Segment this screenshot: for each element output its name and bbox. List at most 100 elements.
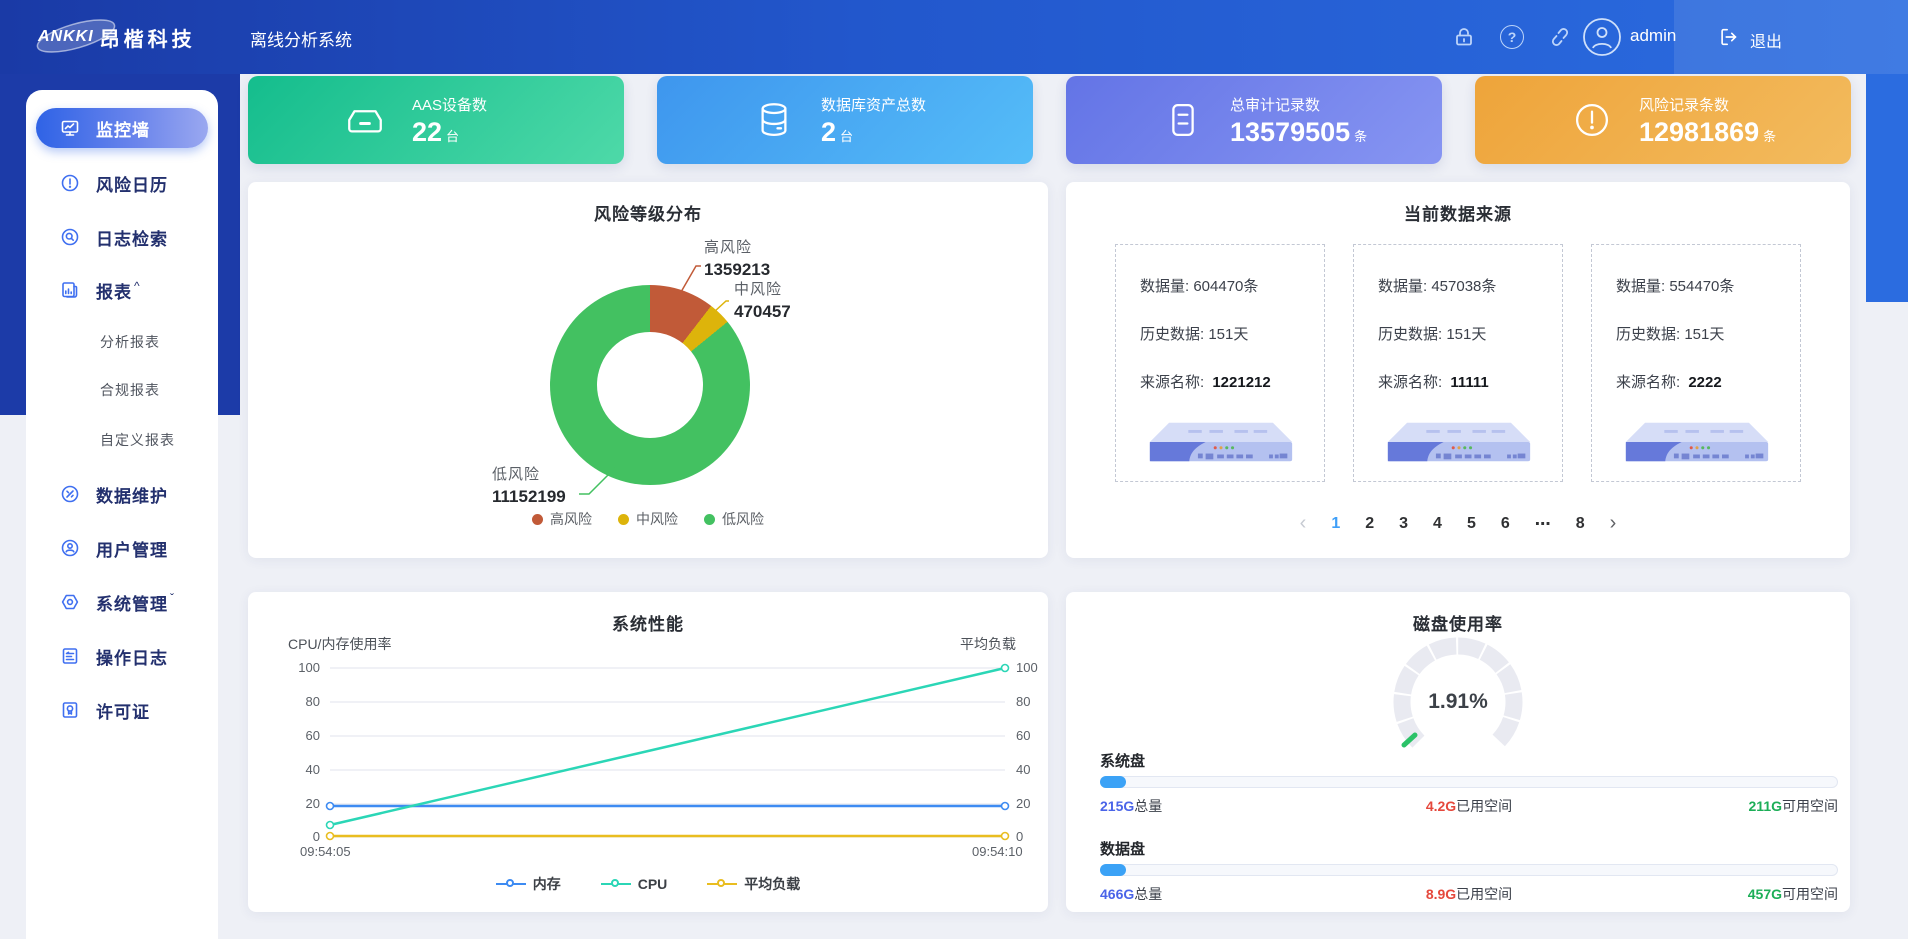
- sidebar-item-label: 系统管理: [96, 590, 168, 615]
- pagination-ellipsis[interactable]: ⋯: [1535, 514, 1551, 534]
- performance-legend: 内存 CPU 平均负载: [248, 874, 1048, 894]
- y-tick-right: 20: [1016, 796, 1058, 811]
- server-appliance-icon: [1618, 417, 1776, 467]
- pagination-page-1[interactable]: 1: [1331, 515, 1340, 533]
- source-card: 数据量: 457038条 历史数据: 151天 来源名称: 11111: [1353, 244, 1563, 482]
- lock-icon[interactable]: [1452, 25, 1476, 49]
- legend-label: 内存: [533, 874, 561, 894]
- sidebar-subitem-label: 自定义报表: [100, 430, 175, 450]
- field-label: 来源名称:: [1378, 374, 1442, 391]
- sidebar-item-reports[interactable]: 报表 ^: [26, 270, 218, 310]
- pagination-page-2[interactable]: 2: [1365, 515, 1374, 533]
- stat-title: 风险记录条数: [1639, 94, 1776, 115]
- field-label: 历史数据:: [1616, 326, 1680, 343]
- disk-progress-system: [1100, 776, 1838, 788]
- user-avatar[interactable]: [1582, 17, 1622, 57]
- legend-item-high[interactable]: 高风险: [532, 509, 592, 529]
- source-card: 数据量: 554470条 历史数据: 151天 来源名称: 2222: [1591, 244, 1801, 482]
- sidebar-item-analysis-report[interactable]: 分析报表: [26, 322, 218, 362]
- logout-button[interactable]: 退出: [1674, 0, 1908, 74]
- audit-document-icon: [1162, 99, 1204, 141]
- database-icon: [753, 99, 795, 141]
- sidebar-item-compliance-report[interactable]: 合规报表: [26, 370, 218, 410]
- stat-card-audit-records: 总审计记录数 13579505条: [1066, 76, 1442, 164]
- disk-stats-system: 215G总量 4.2G已用空间 211G可用空间: [1100, 796, 1838, 816]
- legend-item-load[interactable]: 平均负载: [707, 874, 800, 894]
- legend-item-cpu[interactable]: CPU: [601, 874, 668, 894]
- disk-name-system: 系统盘: [1100, 750, 1145, 771]
- sidebar-item-label: 报表: [96, 278, 132, 303]
- sidebar-item-label: 用户管理: [96, 536, 168, 561]
- legend-label: CPU: [638, 876, 668, 892]
- stat-unit: 台: [840, 129, 853, 144]
- pagination-page-6[interactable]: 6: [1501, 515, 1510, 533]
- monitor-icon: [60, 118, 80, 138]
- sidebar-item-label: 许可证: [96, 698, 150, 723]
- legend-label: 低风险: [722, 509, 764, 529]
- y-tick-left: 40: [278, 762, 320, 777]
- pagination-page-3[interactable]: 3: [1399, 515, 1408, 533]
- performance-line-chart: [248, 592, 1048, 912]
- callout-high-risk: 高风险 1359213: [704, 236, 770, 280]
- pagination-page-4[interactable]: 4: [1433, 515, 1442, 533]
- callout-name: 高风险: [704, 236, 770, 257]
- system-performance-panel: 系统性能 CPU/内存使用率 平均负载 100 80 60 40: [248, 592, 1048, 912]
- field-label: 数据量:: [1616, 278, 1665, 295]
- field-label: 来源名称:: [1140, 374, 1204, 391]
- gauge-value: 1.91%: [1358, 690, 1558, 714]
- link-icon[interactable]: [1548, 25, 1572, 49]
- source-card: 数据量: 604470条 历史数据: 151天 来源名称: 1221212: [1115, 244, 1325, 482]
- right-backdrop: [1866, 74, 1908, 302]
- sidebar-subitem-label: 合规报表: [100, 380, 160, 400]
- field-value: 554470条: [1669, 278, 1734, 295]
- y-tick-left: 100: [278, 660, 320, 675]
- source-name: 1221212: [1212, 374, 1270, 391]
- y-tick-left: 60: [278, 728, 320, 743]
- pagination-page-8[interactable]: 8: [1576, 515, 1585, 533]
- legend-line-glyph: [601, 879, 631, 889]
- stat-title: 数据库资产总数: [821, 94, 926, 115]
- sidebar-item-operation-log[interactable]: 操作日志: [26, 636, 218, 676]
- sidebar-item-user-management[interactable]: 用户管理: [26, 528, 218, 568]
- dashboard-page: ANKKI 昂楷科技 离线分析系统 ?: [0, 0, 1908, 939]
- legend-item-memory[interactable]: 内存: [496, 874, 561, 894]
- sidebar-item-system-management[interactable]: 系统管理 ˇ: [26, 582, 218, 622]
- field-value: 457038条: [1431, 278, 1496, 295]
- pagination-next-button[interactable]: ›: [1610, 512, 1617, 535]
- sidebar-item-log-search[interactable]: 日志检索: [26, 217, 218, 257]
- legend-label: 中风险: [636, 509, 678, 529]
- stat-value: 2: [821, 117, 836, 147]
- sidebar-item-data-maintenance[interactable]: 数据维护: [26, 474, 218, 514]
- stat-value: 22: [412, 117, 442, 147]
- legend-item-mid[interactable]: 中风险: [618, 509, 678, 529]
- disk-progress-fill: [1100, 864, 1126, 876]
- pagination: ‹ 1 2 3 4 5 6 ⋯ 8 ›: [1066, 512, 1850, 535]
- expand-caret: ^: [134, 279, 140, 293]
- disk-free: 457G: [1748, 886, 1782, 902]
- sidebar-item-monitor-wall[interactable]: 监控墙: [36, 108, 208, 148]
- callout-mid-risk: 中风险 470457: [734, 278, 791, 322]
- y-tick-right: 40: [1016, 762, 1058, 777]
- x-axis-start-label: 09:54:05: [300, 844, 351, 859]
- sidebar-item-label: 操作日志: [96, 644, 168, 669]
- disk-usage-panel: 磁盘使用率 1.91% 系统盘 215G总量 4.2G已用空间 211G可用空间…: [1066, 592, 1850, 912]
- disk-name-data: 数据盘: [1100, 838, 1145, 859]
- help-glyph: ?: [1508, 29, 1517, 45]
- sidebar-item-custom-report[interactable]: 自定义报表: [26, 420, 218, 460]
- disk-used-label: 已用空间: [1456, 798, 1512, 814]
- disk-usage-gauge: 1.91%: [1358, 628, 1558, 768]
- sidebar-item-license[interactable]: 许可证: [26, 690, 218, 730]
- pagination-page-5[interactable]: 5: [1467, 515, 1476, 533]
- callout-value: 11152199: [492, 487, 566, 507]
- stat-value: 12981869: [1639, 117, 1759, 147]
- doc-lines-icon: [60, 646, 80, 666]
- stat-title: 总审计记录数: [1230, 94, 1367, 115]
- field-value: 604470条: [1193, 278, 1258, 295]
- help-icon[interactable]: ?: [1500, 25, 1524, 49]
- pagination-prev-button[interactable]: ‹: [1300, 512, 1307, 535]
- legend-dot: [704, 514, 715, 525]
- legend-item-low[interactable]: 低风险: [704, 509, 764, 529]
- report-chart-icon: [60, 280, 80, 300]
- sidebar-item-risk-calendar[interactable]: 风险日历: [26, 163, 218, 203]
- panel-title: 风险等级分布: [248, 200, 1048, 225]
